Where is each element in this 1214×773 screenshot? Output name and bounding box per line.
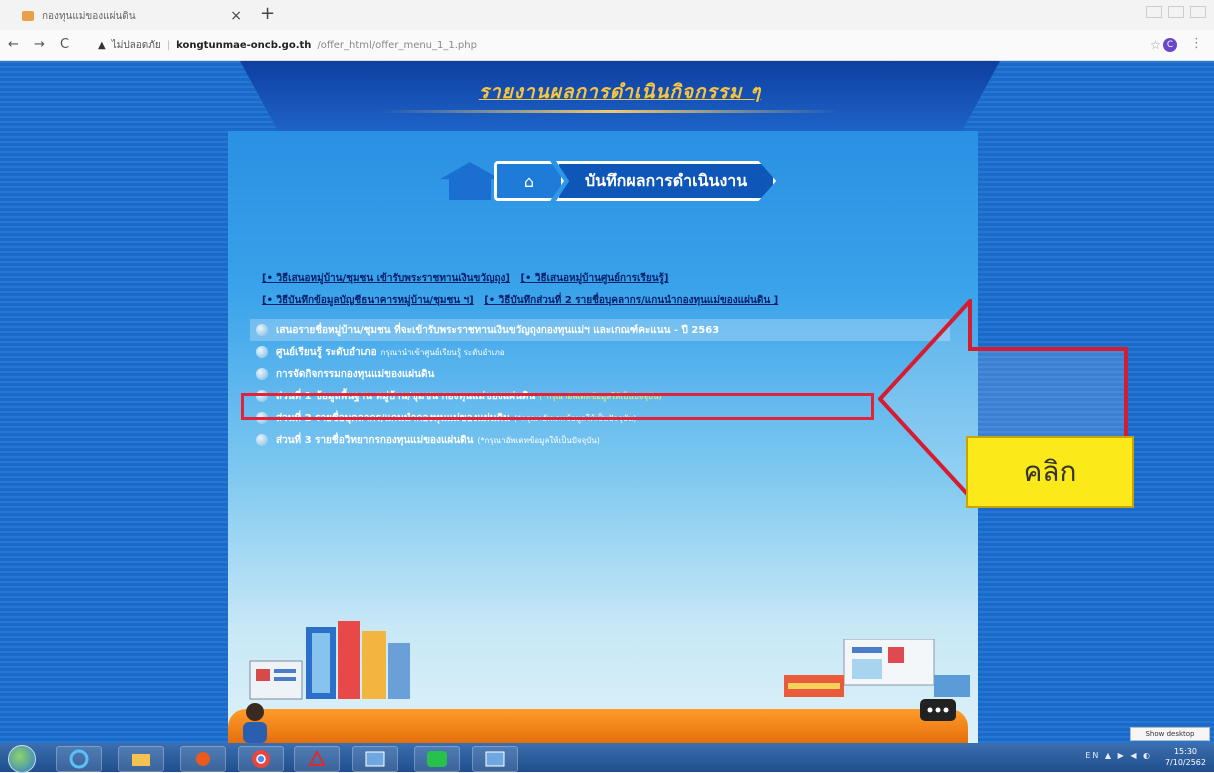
browser-tab-strip: กองทุนแม่ของแผ่นดิน × +	[0, 0, 1214, 30]
favicon-icon	[22, 11, 34, 21]
footer-bar	[228, 709, 968, 743]
show-desktop-tooltip: Show desktop	[1130, 727, 1210, 741]
menu-item-nominate-village[interactable]: เสนอรายชื่อหมู่บ้าน/ชุมชน ที่จะเข้ารับพร…	[250, 319, 950, 341]
section-title: บันทึกผลการดำเนินงาน	[556, 161, 777, 201]
help-link-nominate-learning-center[interactable]: [• วิธีเสนอหมู่บ้านศูนย์การเรียนรู้]	[520, 273, 668, 284]
bullet-icon	[256, 346, 268, 358]
section-header: ⌂ บันทึกผลการดำเนินงาน	[440, 159, 777, 203]
pdf-reader-icon[interactable]	[294, 746, 340, 772]
home-icon[interactable]	[440, 162, 500, 200]
header-banner: รายงานผลการดำเนินกิจกรรม ๆ	[240, 61, 1000, 131]
help-links-row-1: [• วิธีเสนอหมู่บ้าน/ชุมชน เข้ารับพระราชท…	[262, 271, 668, 286]
bullet-icon	[256, 324, 268, 336]
menu-item-activities[interactable]: การจัดกิจกรรมกองทุนแม่ของแผ่นดิน	[250, 363, 950, 385]
folder-icon[interactable]	[118, 746, 164, 772]
menu-item-label: ศูนย์เรียนรู้ ระดับอำเภอ	[276, 346, 377, 358]
security-label: ไม่ปลอดภัย	[111, 40, 161, 51]
window-app-icon-2[interactable]	[472, 746, 518, 772]
help-links-row-2: [• วิธีบันทึกข้อมูลบัญชีธนาคารหมู่บ้าน/ช…	[262, 293, 778, 308]
click-callout: คลิก	[966, 436, 1134, 508]
menu-item-label: การจัดกิจกรรมกองทุนแม่ของแผ่นดิน	[276, 368, 435, 380]
url-host: kongtunmae-oncb.go.th	[176, 40, 312, 51]
help-link-nominate-village[interactable]: [• วิธีเสนอหมู่บ้าน/ชุมชน เข้ารับพระราชท…	[262, 273, 510, 284]
ie-icon[interactable]	[56, 746, 102, 772]
chat-bubble-icon[interactable]	[918, 697, 958, 727]
help-link-bank-account[interactable]: [• วิธีบันทึกข้อมูลบัญชีธนาคารหมู่บ้าน/ช…	[262, 295, 474, 306]
clock-date: 7/10/2562	[1164, 758, 1206, 767]
window-controls	[1146, 6, 1206, 18]
menu-item-learning-center[interactable]: ศูนย์เรียนรู้ ระดับอำเภอ กรุณานำเข้าศูนย…	[250, 341, 950, 363]
window-app-icon[interactable]	[352, 746, 398, 772]
reload-button[interactable]: C	[60, 37, 69, 52]
url-path: /offer_html/offer_menu_1_1.php	[317, 40, 477, 51]
web-page: รายงานผลการดำเนินกิจกรรม ๆ ⌂ บันทึกผลการ…	[0, 61, 1214, 743]
bullet-icon	[256, 368, 268, 380]
menu-item-note: (*กรุณาอัพเดทข้อมูลให้เป็นปัจจุบัน)	[477, 435, 600, 445]
line-app-icon[interactable]	[414, 746, 460, 772]
menu-item-label: ส่วนที่ 3 รายชื่อวิทยากรกองทุนแม่ของแผ่น…	[276, 434, 474, 446]
bookmark-star-icon[interactable]: ☆	[1150, 38, 1161, 52]
banner-title[interactable]: รายงานผลการดำเนินกิจกรรม ๆ	[240, 77, 1000, 107]
report-menu-list: เสนอรายชื่อหมู่บ้าน/ชุมชน ที่จะเข้ารับพร…	[250, 319, 950, 451]
system-tray[interactable]: EN ▲ ▶ ◀ ◐	[1085, 751, 1152, 760]
warning-icon: ▲	[98, 40, 106, 51]
books-illustration-icon	[249, 621, 410, 700]
media-player-icon[interactable]	[180, 746, 226, 772]
new-tab-button[interactable]: +	[260, 3, 275, 24]
laptop-illustration-icon	[784, 639, 970, 697]
browser-tab[interactable]: กองทุนแม่ของแผ่นดิน ×	[22, 4, 242, 28]
menu-item-note: กรุณานำเข้าศูนย์เรียนรู้ ระดับอำเภอ	[380, 347, 505, 357]
address-bar: ← → C ▲ ไม่ปลอดภัย | kongtunmae-oncb.go.…	[0, 30, 1214, 61]
minimize-icon[interactable]	[1146, 6, 1162, 18]
forward-button[interactable]: →	[34, 37, 45, 52]
tab-close-icon[interactable]: ×	[230, 8, 242, 24]
highlight-box	[241, 393, 874, 420]
tab-title: กองทุนแม่ของแผ่นดิน	[42, 10, 136, 22]
url-field[interactable]: ▲ ไม่ปลอดภัย | kongtunmae-oncb.go.th /of…	[98, 38, 477, 53]
url-divider: |	[166, 40, 171, 51]
back-button[interactable]: ←	[8, 37, 19, 52]
clock-time: 15:30	[1173, 747, 1198, 756]
person-icon	[243, 703, 267, 743]
profile-avatar[interactable]: C	[1163, 38, 1177, 52]
menu-item-label: เสนอรายชื่อหมู่บ้าน/ชุมชน ที่จะเข้ารับพร…	[276, 324, 720, 336]
help-link-part2-personnel[interactable]: [• วิธีบันทึกส่วนที่ 2 รายชื่อบุคลากร/แก…	[484, 295, 778, 306]
bullet-icon	[256, 434, 268, 446]
maximize-icon[interactable]	[1168, 6, 1184, 18]
home-arrow-button[interactable]: ⌂	[494, 161, 564, 201]
windows-taskbar: EN ▲ ▶ ◀ ◐ 15:30 7/10/2562	[0, 743, 1214, 773]
banner-underline	[380, 110, 840, 113]
menu-item-part3-speakers[interactable]: ส่วนที่ 3 รายชื่อวิทยากรกองทุนแม่ของแผ่น…	[250, 429, 950, 451]
close-window-icon[interactable]	[1190, 6, 1206, 18]
chrome-icon[interactable]	[238, 746, 284, 772]
taskbar-clock[interactable]: 15:30 7/10/2562	[1165, 746, 1206, 768]
browser-menu-icon[interactable]: ⋮	[1190, 36, 1203, 51]
start-button[interactable]	[8, 745, 36, 773]
